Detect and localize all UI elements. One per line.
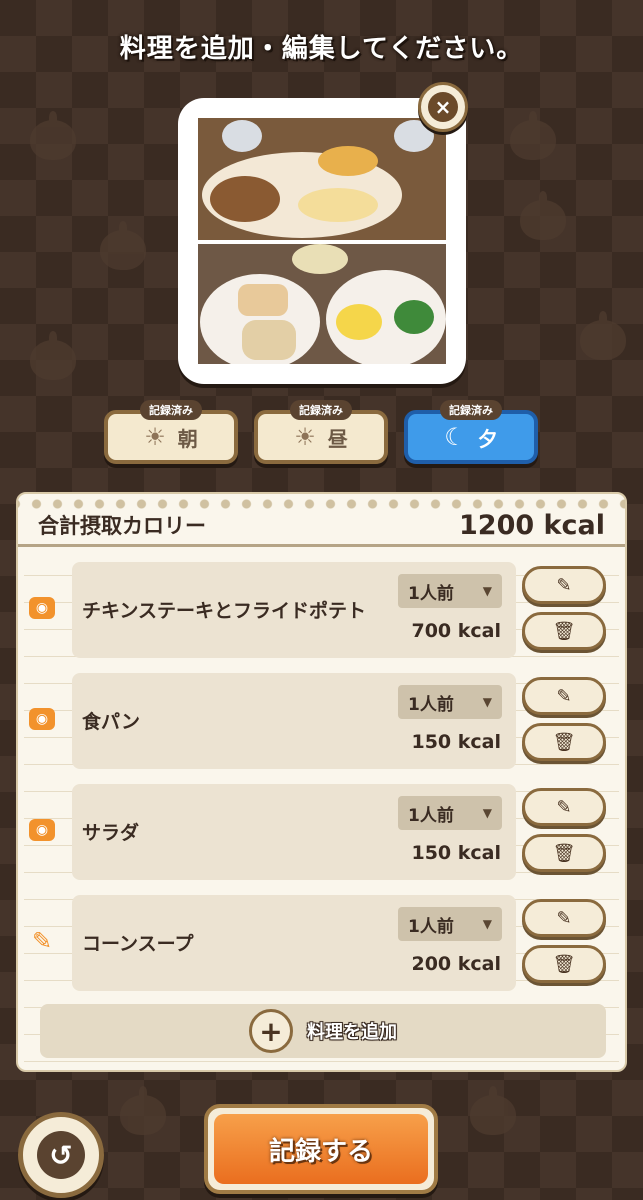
- food-name: コーンスープ: [82, 933, 194, 955]
- food-item: ◉ 食パン 1人前 ▼ 150 kcal ✎ 🗑: [18, 673, 629, 769]
- background-pattern: [100, 221, 146, 270]
- background-pattern: [470, 1086, 516, 1135]
- meal-photo-bottom: [198, 244, 446, 364]
- meal-tab-lunch[interactable]: 記録済み ☀ 昼: [254, 400, 388, 464]
- food-item: ◉ チキンステーキとフライドポテト 1人前 ▼ 700 kcal ✎ 🗑: [18, 562, 629, 658]
- add-dish-button[interactable]: + 料理を追加: [40, 1004, 606, 1058]
- serving-select[interactable]: 1人前 ▼: [398, 685, 502, 719]
- back-button[interactable]: ↺: [18, 1112, 104, 1198]
- meal-tab-breakfast[interactable]: 記録済み ☀ 朝: [104, 400, 238, 464]
- chevron-down-icon: ▼: [482, 695, 492, 709]
- background-pattern: [510, 111, 556, 160]
- food-name: サラダ: [82, 822, 140, 844]
- delete-button[interactable]: 🗑: [522, 945, 606, 983]
- serving-select[interactable]: 1人前 ▼: [398, 907, 502, 941]
- delete-button[interactable]: 🗑: [522, 834, 606, 872]
- trash-icon: 🗑: [552, 953, 576, 975]
- food-item: ◉ サラダ 1人前 ▼ 150 kcal ✎ 🗑: [18, 784, 629, 880]
- record-button-label: 記録する: [214, 1114, 428, 1184]
- page-title: 料理を追加・編集してください。: [119, 34, 524, 64]
- background-pattern: [520, 191, 566, 240]
- close-photo-button[interactable]: ×: [418, 82, 468, 132]
- meal-tab-label: 昼: [327, 426, 348, 451]
- background-pattern: [120, 1086, 166, 1135]
- plus-icon: +: [249, 1009, 293, 1053]
- food-item: ✎ コーンスープ 1人前 ▼ 200 kcal ✎ 🗑: [18, 895, 629, 991]
- trash-icon: 🗑: [552, 731, 576, 753]
- moon-icon: ☾: [444, 423, 466, 451]
- food-list-panel: 合計摂取カロリー 1200 kcal ◉ チキンステーキとフライドポテト 1人前…: [16, 492, 627, 1072]
- sun-icon: ☀: [294, 423, 316, 451]
- close-icon: ×: [428, 92, 458, 122]
- serving-select[interactable]: 1人前 ▼: [398, 796, 502, 830]
- background-pattern: [30, 111, 76, 160]
- recorded-badge: 記録済み: [440, 400, 502, 420]
- serving-value: 1人前: [408, 916, 454, 937]
- edit-button[interactable]: ✎: [522, 677, 606, 715]
- meal-tab-dinner[interactable]: 記録済み ☾ 夕: [404, 400, 538, 464]
- total-calories-value: 1200 kcal: [459, 509, 605, 541]
- camera-icon: ◉: [29, 708, 55, 730]
- edit-button[interactable]: ✎: [522, 788, 606, 826]
- food-name: チキンステーキとフライドポテト: [82, 600, 367, 622]
- total-calories-row: 合計摂取カロリー 1200 kcal: [18, 506, 625, 547]
- recorded-badge: 記録済み: [290, 400, 352, 420]
- sunrise-icon: ☀: [144, 423, 166, 451]
- back-arrow-icon: ↺: [37, 1131, 85, 1179]
- recorded-badge: 記録済み: [140, 400, 202, 420]
- pencil-icon: ✎: [556, 907, 572, 929]
- camera-icon: ◉: [29, 819, 55, 841]
- food-kcal: 700 kcal: [411, 620, 501, 642]
- background-pattern: [580, 311, 626, 360]
- food-name: 食パン: [82, 711, 140, 733]
- edit-button[interactable]: ✎: [522, 566, 606, 604]
- serving-value: 1人前: [408, 694, 454, 715]
- pencil-icon: ✎: [556, 685, 572, 707]
- food-kcal: 150 kcal: [411, 731, 501, 753]
- serving-value: 1人前: [408, 583, 454, 604]
- pencil-icon: ✎: [31, 927, 53, 955]
- meal-tab-label: 朝: [177, 426, 198, 451]
- chevron-down-icon: ▼: [482, 584, 492, 598]
- trash-icon: 🗑: [552, 842, 576, 864]
- food-kcal: 150 kcal: [411, 842, 501, 864]
- add-dish-label: 料理を追加: [307, 1022, 397, 1043]
- meal-photo-top: [198, 118, 446, 240]
- serving-select[interactable]: 1人前 ▼: [398, 574, 502, 608]
- pencil-icon: ✎: [556, 796, 572, 818]
- edit-button[interactable]: ✎: [522, 899, 606, 937]
- pencil-icon: ✎: [556, 574, 572, 596]
- background-pattern: [30, 331, 76, 380]
- chevron-down-icon: ▼: [482, 917, 492, 931]
- serving-value: 1人前: [408, 805, 454, 826]
- meal-tab-label: 夕: [477, 426, 498, 451]
- total-calories-label: 合計摂取カロリー: [38, 514, 206, 538]
- record-button[interactable]: 記録する: [204, 1104, 438, 1194]
- delete-button[interactable]: 🗑: [522, 723, 606, 761]
- trash-icon: 🗑: [552, 620, 576, 642]
- food-kcal: 200 kcal: [411, 953, 501, 975]
- delete-button[interactable]: 🗑: [522, 612, 606, 650]
- camera-icon: ◉: [29, 597, 55, 619]
- meal-photo-card[interactable]: [178, 98, 466, 384]
- chevron-down-icon: ▼: [482, 806, 492, 820]
